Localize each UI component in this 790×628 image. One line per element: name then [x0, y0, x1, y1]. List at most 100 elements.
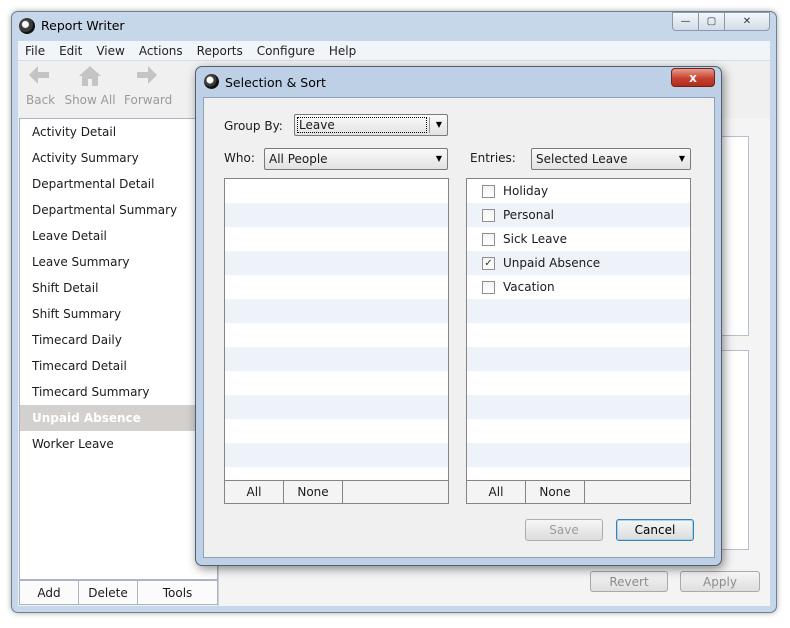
report-item[interactable]: Shift Detail	[20, 275, 217, 301]
list-row	[225, 395, 448, 419]
list-row	[467, 395, 690, 419]
list-row	[225, 203, 448, 227]
menu-bar: File Edit View Actions Reports Configure…	[18, 41, 770, 61]
caption-buttons: — ▢ ✕	[672, 12, 770, 31]
entries-dropdown[interactable]: Selected Leave ▼	[531, 148, 691, 170]
list-row	[467, 299, 690, 323]
menu-reports[interactable]: Reports	[190, 44, 250, 58]
report-item-selected[interactable]: Unpaid Absence	[20, 405, 217, 431]
who-list-footer: All None	[225, 480, 448, 503]
entries-list-footer: All None	[467, 480, 690, 503]
list-row	[467, 347, 690, 371]
checkbox[interactable]	[482, 280, 495, 294]
entry-label: Vacation	[503, 280, 555, 294]
list-row	[467, 443, 690, 467]
list-row	[225, 419, 448, 443]
entries-list[interactable]: Holiday Personal Sick Leave ✓ Unpaid Abs…	[466, 178, 691, 504]
list-row	[225, 251, 448, 275]
checkbox[interactable]	[482, 184, 495, 198]
back-button[interactable]: Back	[26, 65, 56, 107]
back-label: Back	[26, 93, 56, 107]
list-row	[225, 299, 448, 323]
menu-help[interactable]: Help	[322, 44, 363, 58]
menu-file[interactable]: File	[18, 44, 52, 58]
checkbox[interactable]	[482, 208, 495, 222]
who-list[interactable]: All None	[224, 178, 449, 504]
entries-select-all-button[interactable]: All	[467, 481, 526, 503]
menu-configure[interactable]: Configure	[250, 44, 322, 58]
minimize-button[interactable]: —	[672, 12, 699, 31]
report-item[interactable]: Leave Detail	[20, 223, 217, 249]
entry-label: Unpaid Absence	[503, 256, 601, 270]
revert-button[interactable]: Revert	[590, 571, 668, 592]
close-icon: ✕	[742, 16, 752, 27]
add-button[interactable]: Add	[20, 581, 79, 604]
menu-view[interactable]: View	[89, 44, 131, 58]
report-item[interactable]: Shift Summary	[20, 301, 217, 327]
maximize-button[interactable]: ▢	[698, 12, 725, 31]
entry-label: Sick Leave	[503, 232, 568, 246]
arrow-left-icon	[26, 65, 52, 93]
menu-actions[interactable]: Actions	[132, 44, 190, 58]
list-row	[467, 419, 690, 443]
save-button[interactable]: Save	[525, 519, 603, 541]
entry-item-unpaid-absence[interactable]: ✓ Unpaid Absence	[467, 251, 690, 275]
list-row	[225, 227, 448, 251]
entry-label: Holiday	[503, 184, 549, 198]
report-item[interactable]: Activity Summary	[20, 145, 217, 171]
selection-sort-dialog: Selection & Sort x Group By: Leave ▼ Who…	[195, 66, 722, 566]
entries-label: Entries:	[470, 151, 516, 165]
group-by-label: Group By:	[224, 119, 283, 133]
list-actions-bar: Add Delete Tools	[19, 580, 218, 605]
toolbar: Back Show All Forward	[18, 61, 208, 119]
entry-item-holiday[interactable]: Holiday	[467, 179, 690, 203]
entry-item-vacation[interactable]: Vacation	[467, 275, 690, 299]
show-all-button[interactable]: Show All	[64, 65, 116, 107]
report-item[interactable]: Departmental Detail	[20, 171, 217, 197]
list-row	[467, 323, 690, 347]
report-item[interactable]: Activity Detail	[20, 119, 217, 145]
report-item[interactable]: Departmental Summary	[20, 197, 217, 223]
group-by-dropdown[interactable]: Leave ▼	[294, 114, 448, 136]
dropdown-separator	[429, 117, 430, 133]
entry-item-personal[interactable]: Personal	[467, 203, 690, 227]
delete-button[interactable]: Delete	[79, 581, 138, 604]
title-bar[interactable]: Report Writer — ▢ ✕	[12, 12, 776, 40]
dialog-close-button[interactable]: x	[671, 68, 715, 87]
minimize-icon: —	[680, 16, 691, 27]
list-row	[225, 443, 448, 467]
report-item[interactable]: Leave Summary	[20, 249, 217, 275]
entries-select-none-button[interactable]: None	[526, 481, 585, 503]
home-icon	[64, 65, 116, 93]
forward-label: Forward	[124, 93, 173, 107]
show-all-label: Show All	[64, 93, 116, 107]
entry-item-sick-leave[interactable]: Sick Leave	[467, 227, 690, 251]
menu-edit[interactable]: Edit	[52, 44, 89, 58]
checkbox-checked[interactable]: ✓	[482, 256, 495, 270]
cancel-button[interactable]: Cancel	[616, 519, 694, 541]
entry-label: Personal	[503, 208, 555, 222]
tools-button[interactable]: Tools	[138, 581, 217, 604]
focus-rect	[297, 117, 427, 133]
forward-button[interactable]: Forward	[124, 65, 173, 107]
close-button[interactable]: ✕	[724, 12, 770, 31]
close-icon: x	[689, 70, 697, 85]
checkbox[interactable]	[482, 232, 495, 246]
dialog-client-area: Group By: Leave ▼ Who: All People ▼ Entr…	[203, 97, 715, 558]
who-select-all-button[interactable]: All	[225, 481, 284, 503]
report-item[interactable]: Timecard Summary	[20, 379, 217, 405]
report-item[interactable]: Worker Leave	[20, 431, 217, 457]
report-item[interactable]: Timecard Daily	[20, 327, 217, 353]
entries-value: Selected Leave	[536, 152, 628, 166]
report-item[interactable]: Timecard Detail	[20, 353, 217, 379]
list-row	[225, 323, 448, 347]
check-icon: ✓	[484, 257, 493, 269]
chevron-down-icon: ▼	[435, 120, 442, 129]
who-select-none-button[interactable]: None	[284, 481, 343, 503]
list-row	[225, 179, 448, 203]
who-dropdown[interactable]: All People ▼	[264, 148, 448, 170]
list-row	[225, 275, 448, 299]
apply-button[interactable]: Apply	[680, 571, 760, 592]
arrow-right-icon	[124, 65, 170, 93]
window-title: Report Writer	[41, 18, 125, 33]
